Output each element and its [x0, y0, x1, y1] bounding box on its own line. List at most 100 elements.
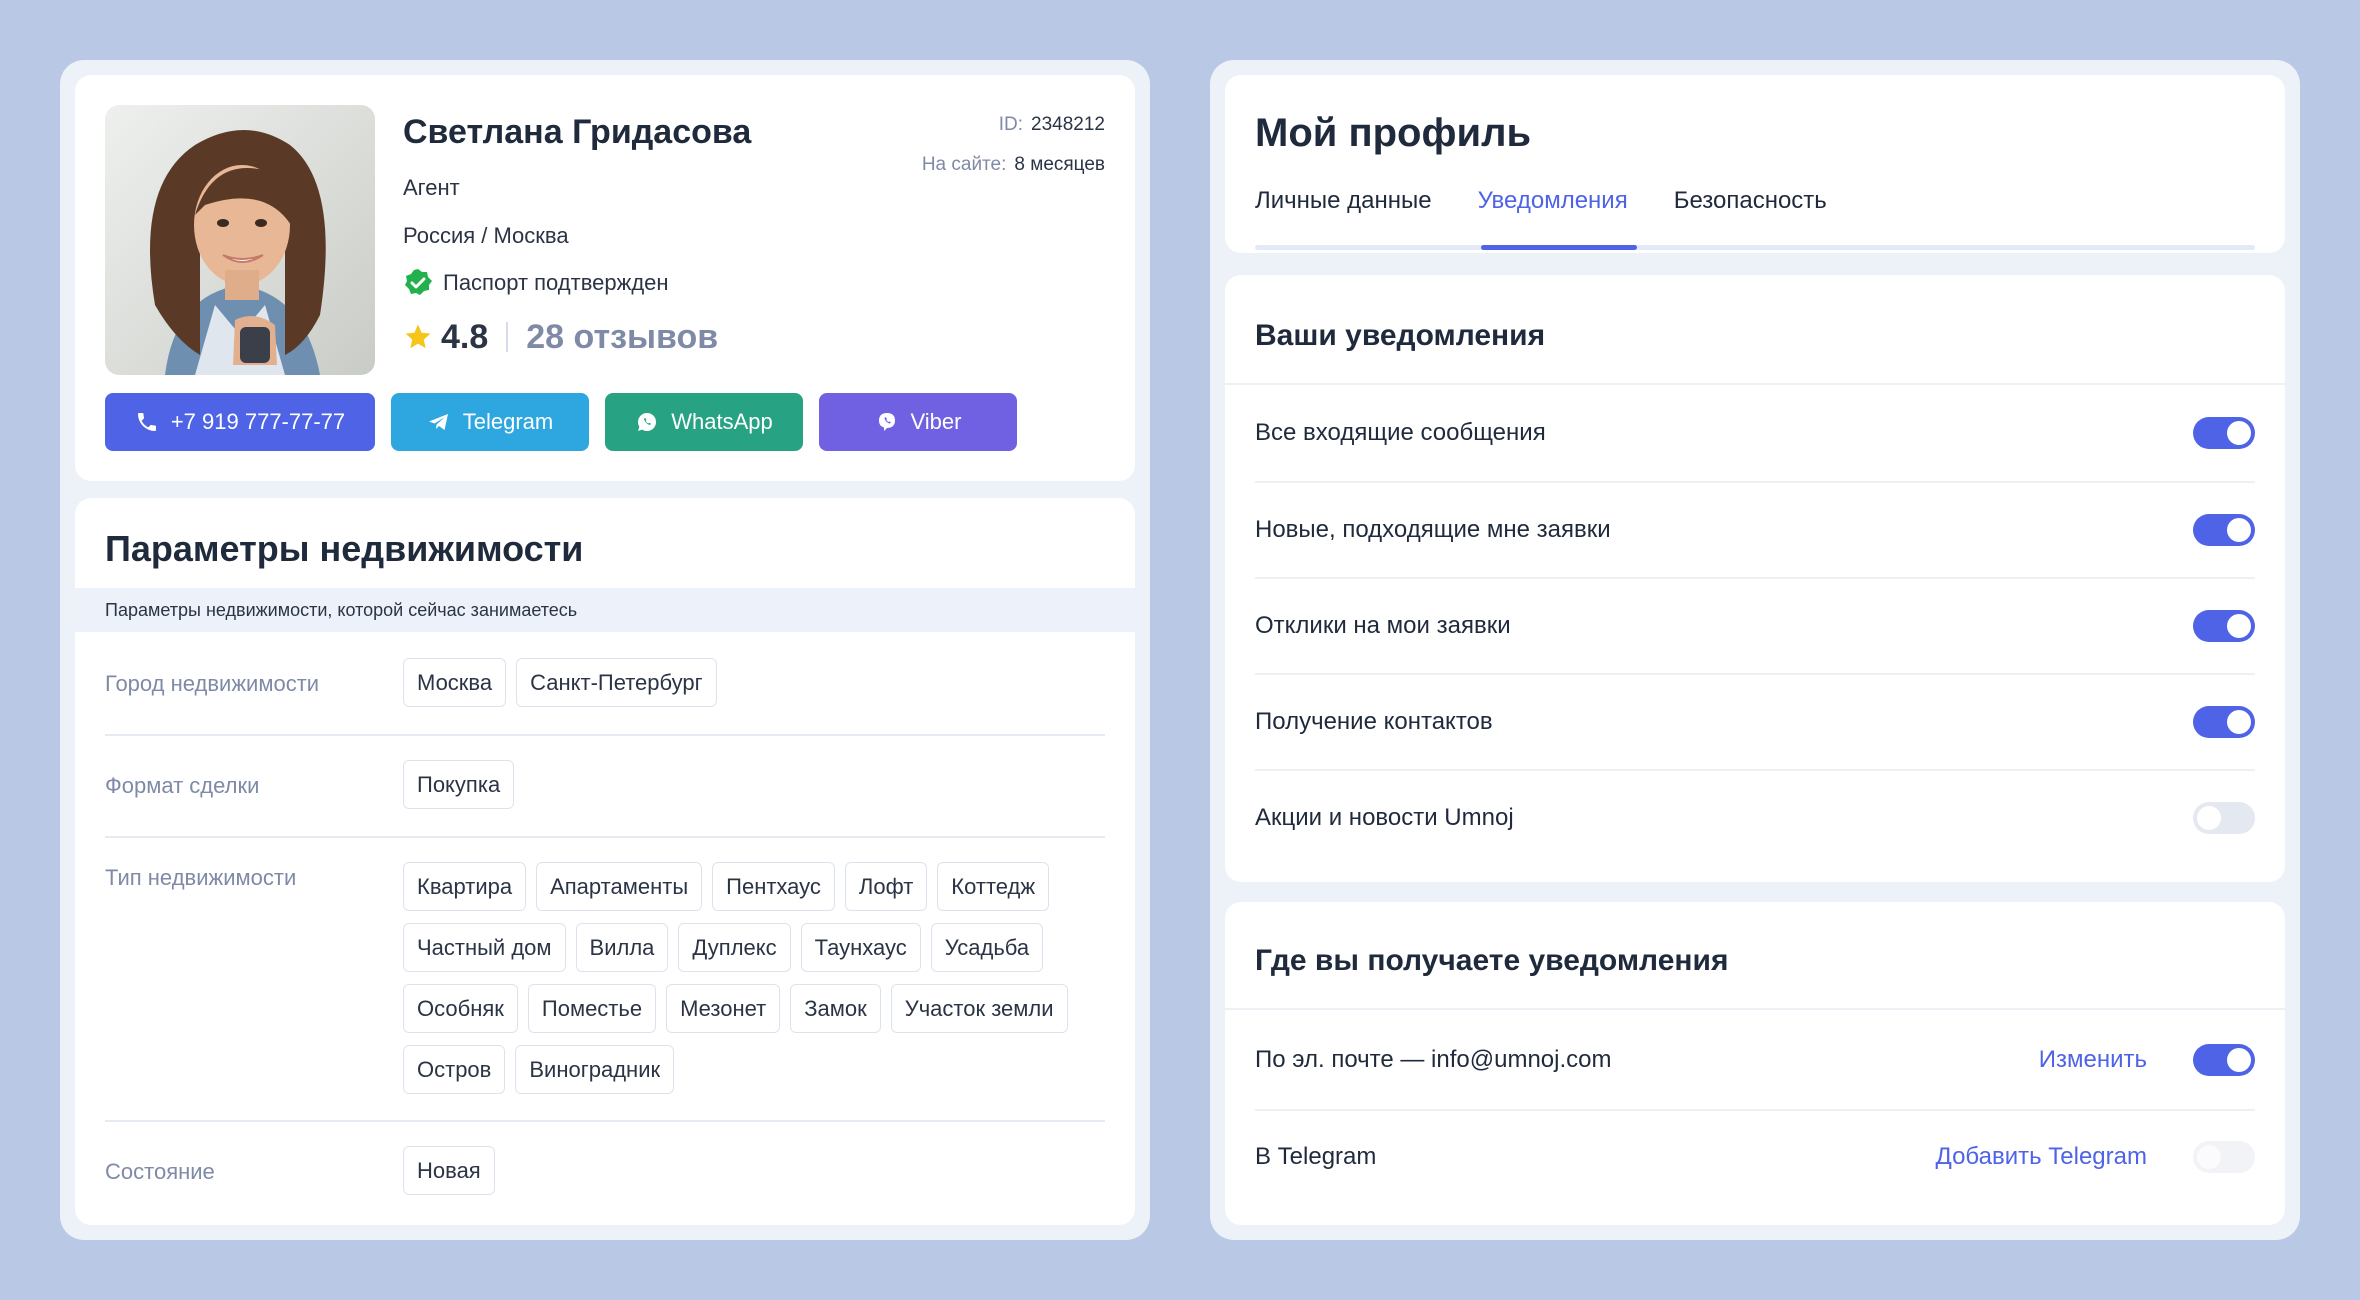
chip[interactable]: Новая: [403, 1146, 495, 1195]
param-label: Город недвижимости: [105, 671, 320, 696]
chip[interactable]: Лофт: [844, 862, 928, 911]
chip[interactable]: Апартаменты: [536, 862, 703, 911]
id-value: 2348212: [1031, 114, 1105, 135]
params-subtitle: Параметры недвижимости, которой сейчас з…: [75, 588, 1135, 632]
rating: 4.8 28 отзывов: [403, 315, 718, 359]
notification-label: Новые, подходящие мне заявки: [1255, 516, 1611, 543]
property-params-card: Параметры недвижимости Параметры недвижи…: [75, 498, 1135, 1225]
chip[interactable]: Мезонет: [666, 984, 781, 1033]
chip[interactable]: Москва: [403, 658, 507, 707]
whatsapp-label: WhatsApp: [671, 409, 773, 434]
star-icon: [405, 324, 431, 349]
notification-toggle[interactable]: [2193, 706, 2255, 738]
channel-label: По эл. почте — info@umnoj.com: [1255, 1046, 1612, 1073]
channels-title: Где вы получаете уведомления: [1255, 944, 1729, 977]
param-chips: Квартира Апартаменты Пентхаус Лофт Котте…: [403, 862, 1103, 1094]
param-chips: Новая: [403, 1146, 1103, 1195]
channel-toggle[interactable]: [2193, 1141, 2255, 1173]
profile-card: Светлана Гридасова Агент Россия / Москва…: [75, 75, 1135, 481]
tab-personal-data[interactable]: Личные данные: [1255, 187, 1432, 235]
notification-toggle[interactable]: [2193, 514, 2255, 546]
channel-toggle[interactable]: [2193, 1044, 2255, 1076]
notification-row: Получение контактов: [1255, 674, 2255, 770]
page-title: Мой профиль: [1255, 111, 1532, 155]
onsite-label: На сайте:: [921, 154, 1007, 175]
chip[interactable]: Частный дом: [403, 923, 566, 972]
profile-tabs: Личные данные Уведомления Безопасность: [1255, 187, 1827, 235]
viber-button[interactable]: Viber: [819, 393, 1017, 451]
notification-label: Отклики на мои заявки: [1255, 612, 1511, 639]
rating-value: 4.8: [441, 317, 489, 356]
chip[interactable]: Пентхаус: [712, 862, 835, 911]
param-row-city: Город недвижимости Москва Санкт-Петербур…: [105, 658, 1105, 710]
chip[interactable]: Усадьба: [930, 923, 1044, 972]
agent-name: Светлана Гридасова: [403, 113, 752, 151]
channel-label: В Telegram: [1255, 1143, 1377, 1170]
chip[interactable]: Замок: [790, 984, 881, 1033]
agent-location: Россия / Москва: [403, 223, 569, 248]
chip[interactable]: Таунхаус: [800, 923, 921, 972]
chip[interactable]: Квартира: [403, 862, 527, 911]
id-label: ID:: [998, 114, 1024, 135]
chip[interactable]: Остров: [403, 1045, 506, 1094]
notification-row: Акции и новости Umnoj: [1255, 770, 2255, 866]
passport-status: Паспорт подтвержден: [403, 268, 669, 298]
notification-label: Акции и новости Umnoj: [1255, 804, 1514, 831]
avatar: [105, 105, 375, 375]
notification-row: Отклики на мои заявки: [1255, 578, 2255, 674]
change-email-link[interactable]: Изменить: [2039, 1046, 2147, 1074]
my-profile-header: Мой профиль Личные данные Уведомления Бе…: [1225, 75, 2285, 253]
param-row-property-type: Тип недвижимости Квартира Апартаменты Пе…: [105, 862, 1105, 1102]
param-chips: Москва Санкт-Петербург: [403, 658, 1103, 707]
add-telegram-link[interactable]: Добавить Telegram: [1936, 1143, 2147, 1171]
tab-security[interactable]: Безопасность: [1674, 187, 1827, 235]
param-chips: Покупка: [403, 760, 1103, 809]
viber-icon: [878, 413, 895, 431]
notification-channels-card: Где вы получаете уведомления По эл. почт…: [1225, 902, 2285, 1225]
param-label: Тип недвижимости: [105, 865, 297, 890]
chip[interactable]: Вилла: [575, 923, 669, 972]
divider: [105, 1120, 1105, 1122]
telegram-button[interactable]: Telegram: [391, 393, 589, 451]
notification-label: Получение контактов: [1255, 708, 1493, 735]
agent-panel: Светлана Гридасова Агент Россия / Москва…: [60, 60, 1150, 1240]
rating-divider: [506, 322, 509, 352]
param-row-deal-format: Формат сделки Покупка: [105, 760, 1105, 812]
whatsapp-icon: [638, 413, 657, 431]
param-label: Формат сделки: [105, 773, 260, 798]
telegram-label: Telegram: [462, 409, 554, 434]
passport-label: Паспорт подтвержден: [443, 270, 669, 295]
notifications-card: Ваши уведомления Все входящие сообщения …: [1225, 275, 2285, 882]
onsite-value: 8 месяцев: [1014, 154, 1105, 175]
tab-notifications[interactable]: Уведомления: [1478, 187, 1628, 235]
phone-button[interactable]: +7 919 777-77-77: [105, 393, 375, 451]
chip[interactable]: Дуплекс: [678, 923, 791, 972]
notification-toggle[interactable]: [2193, 610, 2255, 642]
notification-toggle[interactable]: [2193, 802, 2255, 834]
chip[interactable]: Участок земли: [890, 984, 1068, 1033]
verified-badge-icon: [405, 269, 432, 295]
chip[interactable]: Поместье: [527, 984, 657, 1033]
notification-toggle[interactable]: [2193, 417, 2255, 449]
param-label: Состояние: [105, 1159, 215, 1184]
notification-row: Все входящие сообщения: [1255, 385, 2255, 481]
chip[interactable]: Виноградник: [515, 1045, 675, 1094]
divider: [1225, 1008, 2285, 1010]
whatsapp-button[interactable]: WhatsApp: [605, 393, 803, 451]
chip[interactable]: Покупка: [403, 760, 515, 809]
chip[interactable]: Санкт-Петербург: [516, 658, 717, 707]
phone-icon: [137, 413, 156, 431]
active-tab-indicator: [1481, 245, 1637, 250]
chip[interactable]: Коттедж: [937, 862, 1050, 911]
chip[interactable]: Особняк: [403, 984, 518, 1033]
tabs-track: [1255, 245, 2255, 250]
channel-row-email: По эл. почте — info@umnoj.com Изменить: [1255, 1012, 2255, 1108]
channel-row-telegram: В Telegram Добавить Telegram: [1255, 1109, 2255, 1205]
agent-role: Агент: [403, 175, 460, 200]
phone-label: +7 919 777-77-77: [170, 409, 346, 434]
reviews-link[interactable]: 28 отзывов: [526, 318, 718, 357]
params-title: Параметры недвижимости: [105, 528, 584, 569]
settings-panel: Мой профиль Личные данные Уведомления Бе…: [1210, 60, 2300, 1240]
viber-label: Viber: [910, 409, 962, 434]
notifications-title: Ваши уведомления: [1255, 319, 1546, 352]
